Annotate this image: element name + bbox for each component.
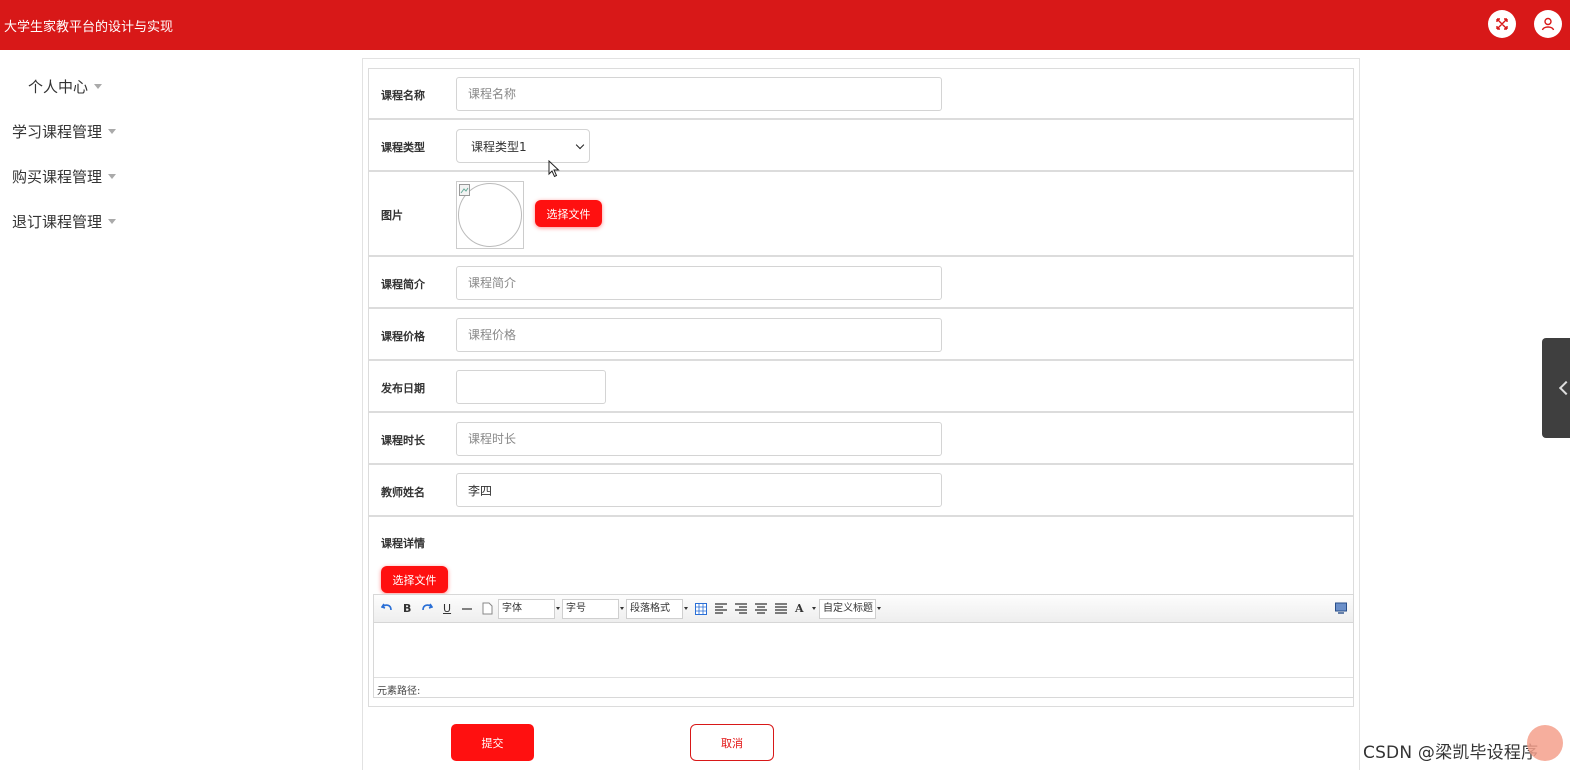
align-right-icon[interactable] [735, 603, 747, 615]
clear-document-icon[interactable] [482, 602, 493, 615]
image-label: 图片 [381, 209, 403, 222]
undo-icon[interactable] [381, 602, 393, 614]
paragraph-format-select[interactable]: 段落格式 [626, 599, 683, 619]
course-name-label: 课程名称 [381, 89, 425, 102]
teacher-name-input[interactable] [456, 473, 942, 507]
course-name-row: 课程名称 [368, 68, 1354, 120]
redo-icon[interactable] [421, 602, 433, 614]
broken-image-icon [459, 184, 470, 196]
course-duration-row: 课程时长 [368, 413, 1354, 465]
submit-button[interactable]: 提交 [451, 724, 534, 761]
custom-title-select[interactable]: 自定义标题 [819, 599, 876, 619]
course-price-row: 课程价格 [368, 309, 1354, 361]
course-intro-row: 课程简介 [368, 257, 1354, 309]
chevron-down-icon[interactable] [876, 599, 882, 619]
floating-assistant-button[interactable] [1527, 725, 1563, 761]
course-type-value: 课程类型1 [471, 139, 527, 154]
sidebar-item-purchase-course[interactable]: 购买课程管理 [12, 166, 117, 187]
chevron-down-icon[interactable] [619, 599, 625, 619]
course-type-label: 课程类型 [381, 141, 425, 154]
course-price-input[interactable] [456, 318, 942, 352]
chevron-down-icon[interactable] [683, 599, 689, 619]
editor-content-area[interactable] [374, 624, 1353, 676]
top-bar: 大学生家教平台的设计与实现 [0, 0, 1570, 50]
chevron-down-icon[interactable] [555, 599, 561, 619]
mouse-cursor-icon [548, 160, 560, 178]
publish-date-row: 发布日期 [368, 361, 1354, 413]
course-duration-input[interactable] [456, 422, 942, 456]
app-title: 大学生家教平台的设计与实现 [4, 20, 174, 35]
sidebar-item-label: 个人中心 [28, 78, 89, 96]
fullscreen-editor-icon[interactable] [1335, 602, 1347, 614]
sidebar-item-unsubscribe-course[interactable]: 退订课程管理 [12, 211, 117, 232]
sidebar-item-label: 退订课程管理 [12, 213, 103, 231]
course-intro-label: 课程简介 [381, 278, 425, 291]
image-preview [456, 181, 524, 249]
caret-down-icon [108, 129, 117, 134]
rich-text-editor: B U 字体 字号 段落格式 A 自定义标题 元素路径: [373, 594, 1354, 698]
align-justify-icon[interactable] [775, 603, 787, 615]
sidebar-item-label: 学习课程管理 [12, 123, 103, 141]
caret-down-icon [108, 174, 117, 179]
align-left-icon[interactable] [715, 603, 727, 615]
horizontal-rule-icon[interactable] [461, 603, 473, 615]
bold-button[interactable]: B [403, 602, 411, 616]
course-type-select[interactable]: 课程类型1 [456, 129, 590, 163]
cancel-button[interactable]: 取消 [690, 724, 774, 761]
chevron-down-icon [575, 140, 585, 150]
editor-element-path: 元素路径: [374, 677, 1353, 697]
course-detail-label: 课程详情 [381, 537, 425, 550]
align-center-icon[interactable] [755, 603, 767, 615]
course-type-row: 课程类型 课程类型1 [368, 120, 1354, 172]
underline-button[interactable]: U [443, 602, 451, 616]
fullscreen-icon[interactable] [1488, 10, 1516, 38]
font-family-select[interactable]: 字体 [498, 599, 555, 619]
publish-date-label: 发布日期 [381, 382, 425, 395]
side-panel-toggle[interactable] [1542, 338, 1570, 438]
choose-detail-file-button[interactable]: 选择文件 [381, 566, 448, 593]
course-intro-input[interactable] [456, 266, 942, 300]
chevron-down-icon[interactable] [811, 599, 817, 619]
sidebar-item-study-course[interactable]: 学习课程管理 [12, 121, 117, 142]
font-color-button[interactable]: A [795, 602, 804, 616]
caret-down-icon [94, 84, 103, 89]
caret-down-icon [108, 219, 117, 224]
sidebar-item-personal-center[interactable]: 个人中心 [28, 76, 103, 97]
user-icon[interactable] [1534, 10, 1562, 38]
publish-date-input[interactable] [456, 370, 606, 404]
watermark: CSDN @梁凯毕设程序 [1363, 743, 1539, 763]
editor-toolbar: B U 字体 字号 段落格式 A 自定义标题 [374, 595, 1353, 623]
choose-image-file-button[interactable]: 选择文件 [535, 200, 602, 227]
teacher-name-row: 教师姓名 [368, 465, 1354, 517]
course-price-label: 课程价格 [381, 330, 425, 343]
course-duration-label: 课程时长 [381, 434, 425, 447]
font-size-select[interactable]: 字号 [562, 599, 619, 619]
teacher-name-label: 教师姓名 [381, 486, 425, 499]
course-name-input[interactable] [456, 77, 942, 111]
table-icon[interactable] [695, 603, 707, 615]
image-row: 图片 选择文件 [368, 172, 1354, 257]
sidebar-item-label: 购买课程管理 [12, 168, 103, 186]
